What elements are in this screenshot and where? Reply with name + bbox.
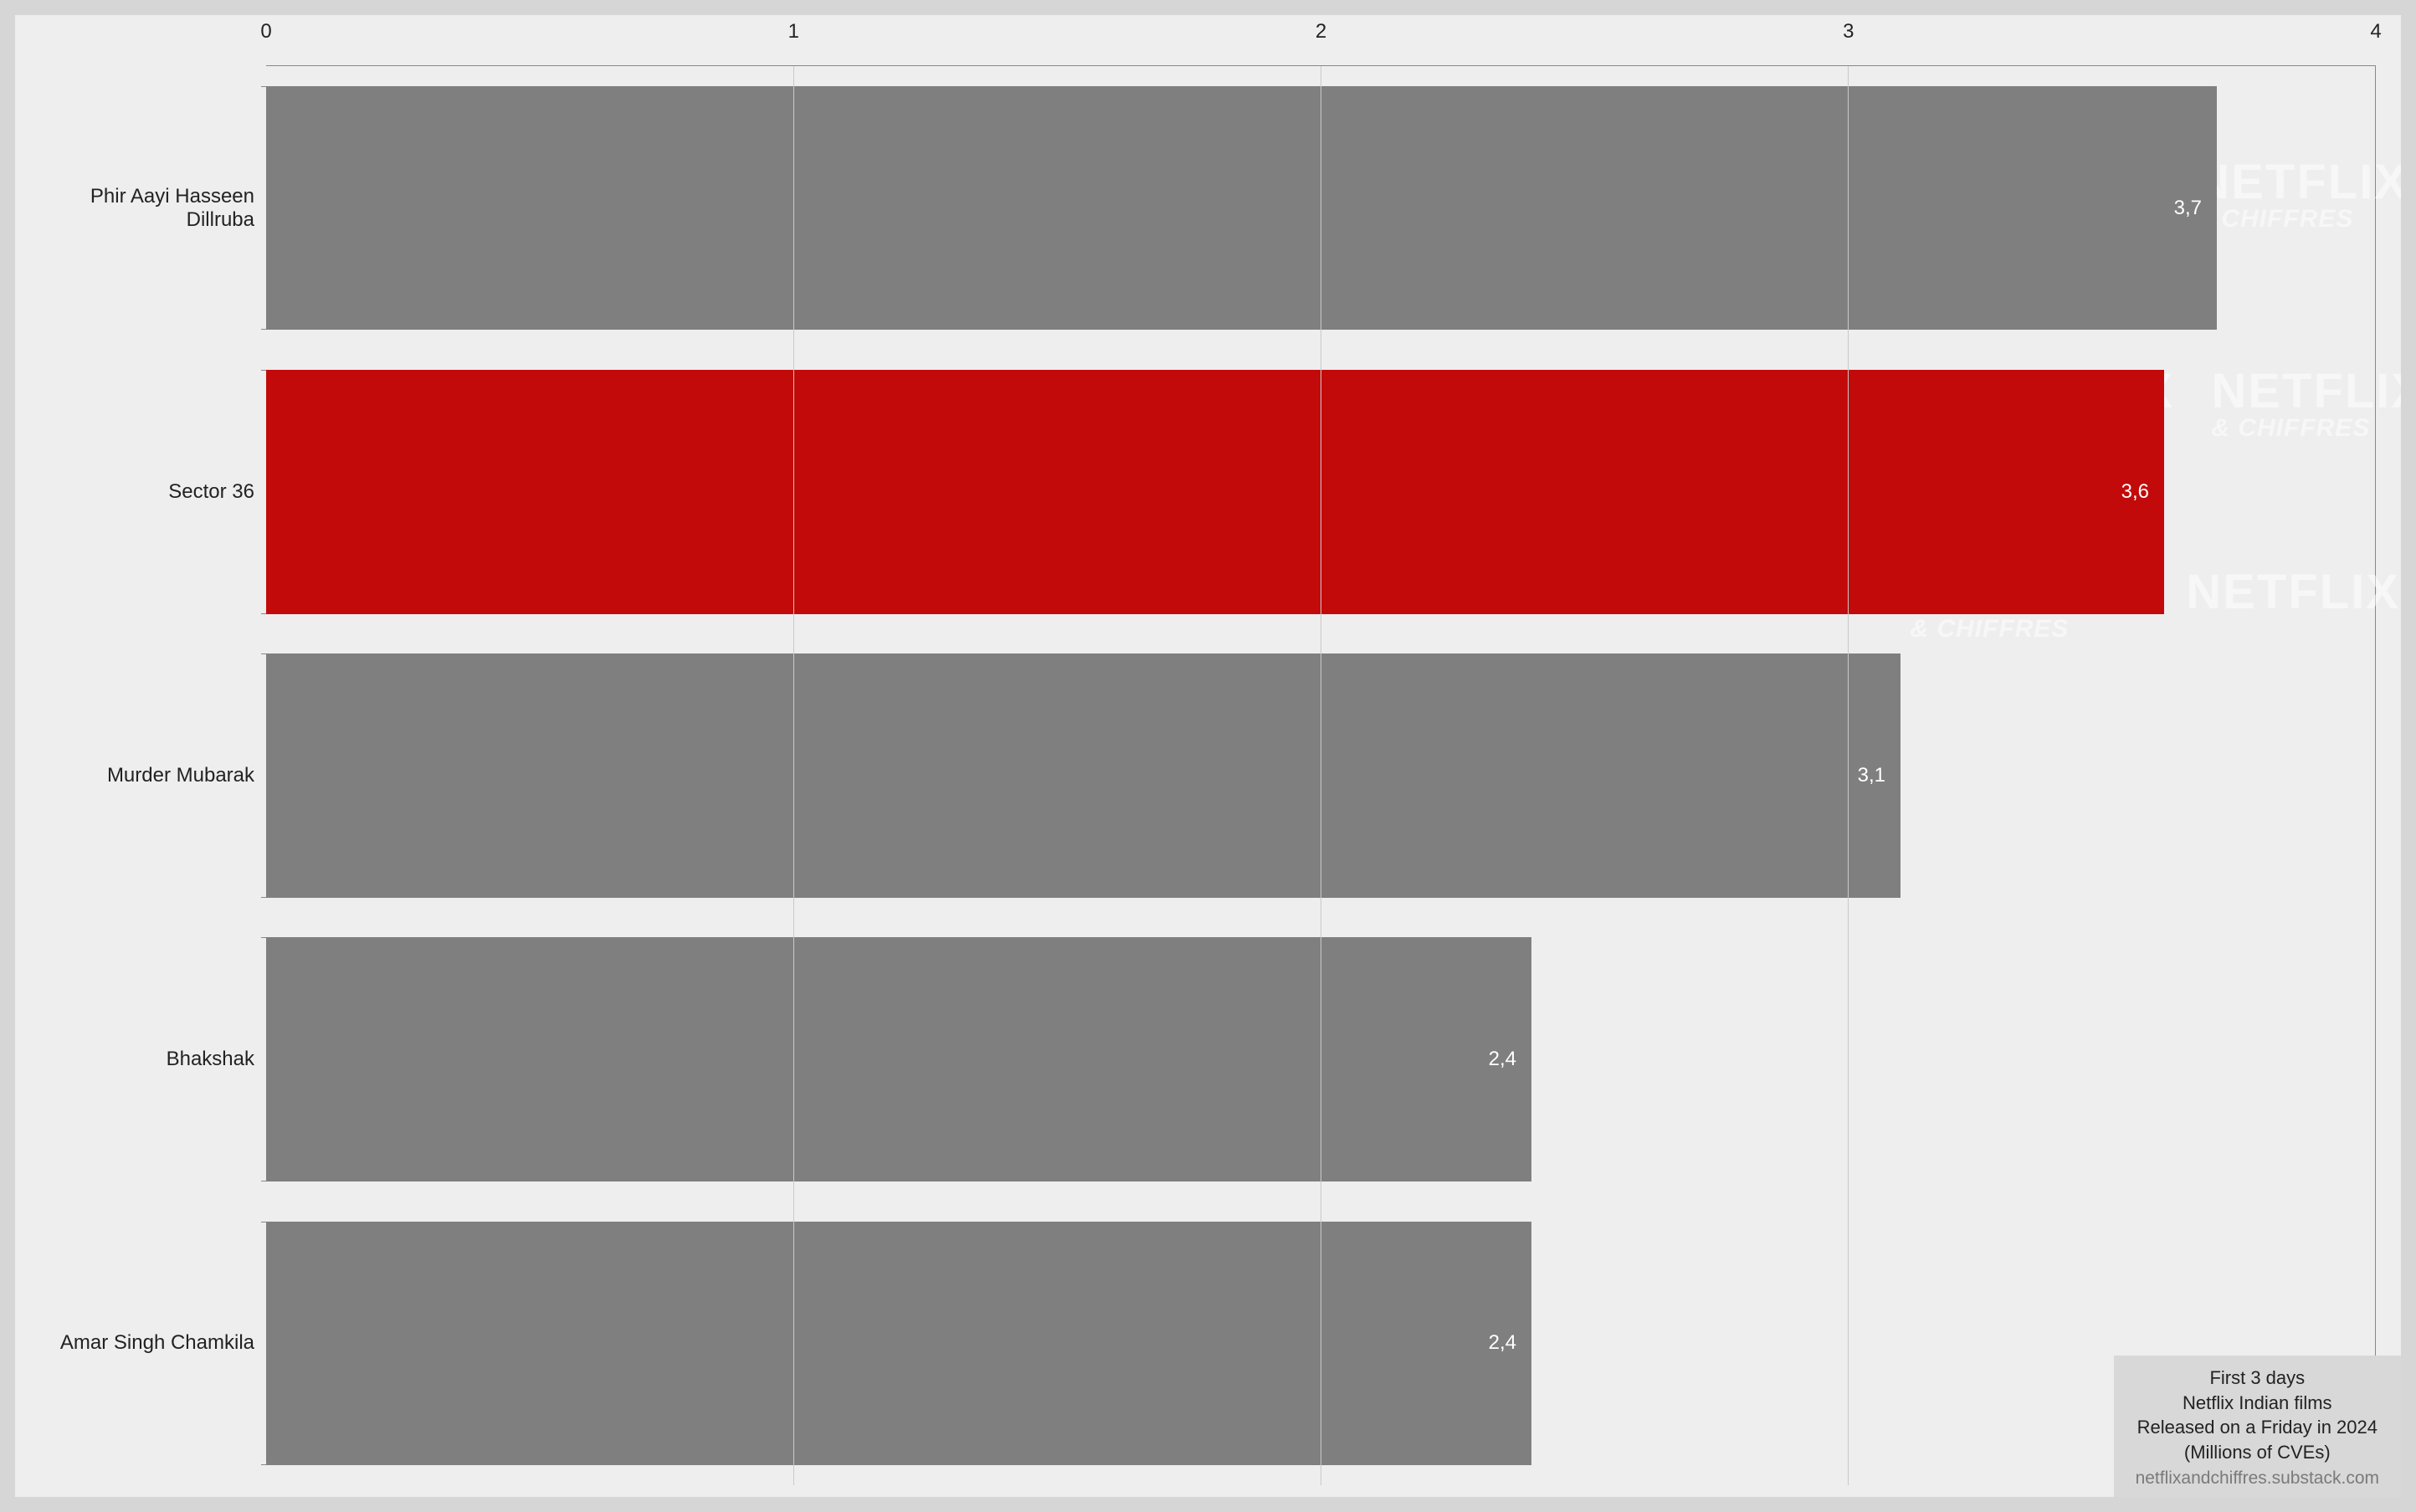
bar-value-label: 2,4	[1489, 1048, 1516, 1071]
x-tick: 2	[1316, 15, 1326, 65]
x-tick: 4	[2370, 15, 2381, 65]
x-tick: 1	[788, 15, 799, 65]
category-label: Sector 36	[23, 480, 266, 504]
caption-line: (Millions of CVEs)	[2136, 1440, 2379, 1465]
chart: 0 1 2 3 4 NETFLIX & CHIFFRES NETFLIX & CHIFF…	[15, 15, 2401, 1497]
x-tick-label: 1	[788, 15, 799, 44]
bar-value-label: 3,1	[1858, 764, 1885, 787]
caption-line: First 3 days	[2136, 1366, 2379, 1391]
gridline	[793, 66, 794, 1485]
x-tick: 3	[1843, 15, 1854, 65]
plot-area: NETFLIX & CHIFFRES NETFLIX & CHIFFRES NE…	[266, 65, 2376, 1485]
caption-line: Netflix Indian films	[2136, 1391, 2379, 1416]
bar: 3,7	[266, 86, 2217, 331]
x-tick-label: 4	[2370, 15, 2381, 44]
category-label: Bhakshak	[23, 1048, 266, 1071]
bar-highlight: 3,6	[266, 370, 2164, 614]
caption-credit: netflixandchiffres.substack.com	[2136, 1467, 2379, 1490]
x-tick-label: 3	[1843, 15, 1854, 44]
category-label: Amar Singh Chamkila	[23, 1331, 266, 1355]
caption-box: First 3 days Netflix Indian films Releas…	[2114, 1356, 2401, 1497]
category-label: Phir Aayi Hasseen Dillruba	[23, 185, 266, 232]
x-tick-label: 0	[260, 15, 271, 44]
caption-line: Released on a Friday in 2024	[2136, 1415, 2379, 1440]
x-axis: 01234	[266, 15, 2376, 65]
bar-value-label: 3,7	[2174, 197, 2202, 220]
bar: 3,1	[266, 653, 1900, 898]
gridline	[1848, 66, 1849, 1485]
category-label: Murder Mubarak	[23, 764, 266, 787]
bar: 2,4	[266, 1222, 1531, 1466]
chart-frame: 0 1 2 3 4 NETFLIX & CHIFFRES NETFLIX & CHIFF…	[15, 15, 2401, 1497]
bar: 2,4	[266, 937, 1531, 1181]
x-tick-label: 2	[1316, 15, 1326, 44]
bar-value-label: 3,6	[2121, 480, 2149, 504]
x-tick: 0	[260, 15, 271, 65]
bar-value-label: 2,4	[1489, 1331, 1516, 1355]
